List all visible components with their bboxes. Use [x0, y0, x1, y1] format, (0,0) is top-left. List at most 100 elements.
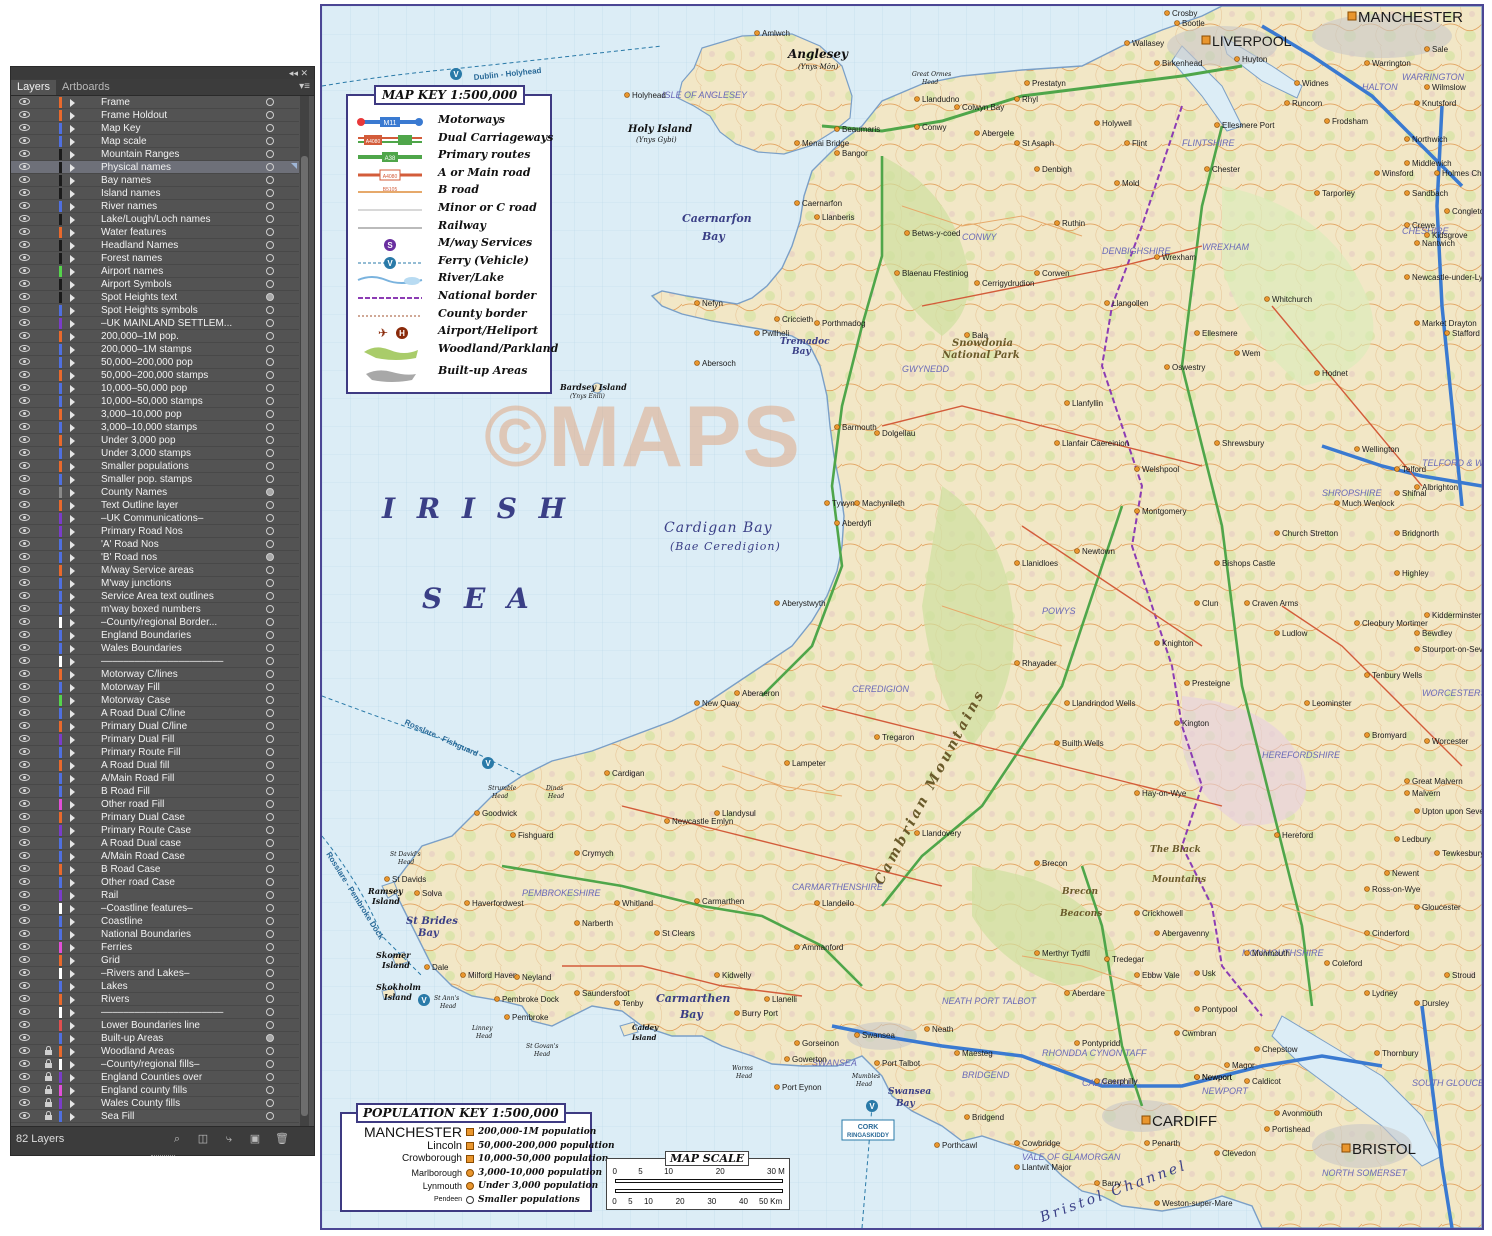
layer-row[interactable]: Spot Heights symbols	[11, 304, 299, 317]
layer-name[interactable]: Lakes	[101, 980, 251, 993]
layer-target-icon[interactable]	[266, 826, 274, 834]
layer-row[interactable]: Smaller populations	[11, 460, 299, 473]
visibility-eye-icon[interactable]	[19, 228, 30, 235]
layer-row[interactable]: Lakes	[11, 980, 299, 993]
layer-target-icon[interactable]	[266, 488, 274, 496]
layer-name[interactable]: Under 3,000 pop	[101, 434, 251, 447]
expand-arrow-icon[interactable]	[70, 489, 75, 497]
layer-name[interactable]: Sea Fill	[101, 1110, 251, 1123]
layer-name[interactable]: Lake/Lough/Loch names	[101, 213, 251, 226]
visibility-eye-icon[interactable]	[19, 1086, 30, 1093]
layer-name[interactable]: Grid	[101, 954, 251, 967]
visibility-eye-icon[interactable]	[19, 839, 30, 846]
layer-row[interactable]: 'B' Road nos	[11, 551, 299, 564]
layer-row[interactable]: River names	[11, 200, 299, 213]
layer-target-icon[interactable]	[266, 306, 274, 314]
layer-row[interactable]: A/Main Road Case	[11, 850, 299, 863]
expand-arrow-icon[interactable]	[70, 931, 75, 939]
layer-target-icon[interactable]	[266, 98, 274, 106]
layer-row[interactable]: –Rivers and Lakes–	[11, 967, 299, 980]
layer-target-icon[interactable]	[266, 956, 274, 964]
layer-name[interactable]: Bay names	[101, 174, 251, 187]
expand-arrow-icon[interactable]	[70, 333, 75, 341]
expand-arrow-icon[interactable]	[70, 918, 75, 926]
expand-arrow-icon[interactable]	[70, 320, 75, 328]
layer-target-icon[interactable]	[266, 124, 274, 132]
expand-arrow-icon[interactable]	[70, 892, 75, 900]
visibility-eye-icon[interactable]	[19, 501, 30, 508]
layer-name[interactable]: Primary Route Fill	[101, 746, 251, 759]
lock-icon[interactable]	[45, 1098, 52, 1108]
layer-name[interactable]: Service Area text outlines	[101, 590, 251, 603]
visibility-eye-icon[interactable]	[19, 644, 30, 651]
layer-name[interactable]: England county fills	[101, 1084, 251, 1097]
layer-target-icon[interactable]	[266, 111, 274, 119]
expand-arrow-icon[interactable]	[70, 983, 75, 991]
expand-arrow-icon[interactable]	[70, 554, 75, 562]
layer-row[interactable]: Ferries	[11, 941, 299, 954]
layer-target-icon[interactable]	[266, 813, 274, 821]
layer-target-icon[interactable]	[266, 332, 274, 340]
visibility-eye-icon[interactable]	[19, 176, 30, 183]
expand-arrow-icon[interactable]	[70, 372, 75, 380]
layer-name[interactable]: M/way Service areas	[101, 564, 251, 577]
layer-row[interactable]: Motorway C/lines	[11, 668, 299, 681]
layer-row[interactable]: –Coastline features–	[11, 902, 299, 915]
layer-row[interactable]: M/way Service areas	[11, 564, 299, 577]
layer-row[interactable]: Woodland Areas	[11, 1045, 299, 1058]
layer-name[interactable]: Island names	[101, 187, 251, 200]
layer-name[interactable]: 'B' Road nos	[101, 551, 251, 564]
layer-row[interactable]: A/Main Road Fill	[11, 772, 299, 785]
expand-arrow-icon[interactable]	[70, 346, 75, 354]
expand-arrow-icon[interactable]	[70, 177, 75, 185]
layer-row[interactable]: Frame Holdout	[11, 109, 299, 122]
visibility-eye-icon[interactable]	[19, 904, 30, 911]
layer-target-icon[interactable]	[266, 319, 274, 327]
expand-arrow-icon[interactable]	[70, 164, 75, 172]
layer-row[interactable]: Primary Route Fill	[11, 746, 299, 759]
visibility-eye-icon[interactable]	[19, 163, 30, 170]
layer-target-icon[interactable]	[266, 137, 274, 145]
layer-name[interactable]: 10,000–50,000 pop	[101, 382, 251, 395]
layer-name[interactable]: Physical names	[101, 161, 251, 174]
layer-row[interactable]: England county fills	[11, 1084, 299, 1097]
lock-icon[interactable]	[45, 1059, 52, 1069]
layer-row[interactable]: Map scale	[11, 135, 299, 148]
layer-row[interactable]: England Counties over	[11, 1071, 299, 1084]
layer-target-icon[interactable]	[266, 891, 274, 899]
layer-row[interactable]: Primary Dual C/line	[11, 720, 299, 733]
expand-arrow-icon[interactable]	[70, 112, 75, 120]
layer-target-icon[interactable]	[266, 1112, 274, 1120]
expand-arrow-icon[interactable]	[70, 1009, 75, 1017]
layer-target-icon[interactable]	[266, 618, 274, 626]
layer-target-icon[interactable]	[266, 787, 274, 795]
layer-name[interactable]: Primary Dual C/line	[101, 720, 251, 733]
expand-arrow-icon[interactable]	[70, 684, 75, 692]
visibility-eye-icon[interactable]	[19, 748, 30, 755]
visibility-eye-icon[interactable]	[19, 1060, 30, 1067]
layer-target-icon[interactable]	[266, 202, 274, 210]
layer-target-icon[interactable]	[266, 1034, 274, 1042]
visibility-eye-icon[interactable]	[19, 657, 30, 664]
layer-row[interactable]: m'way boxed numbers	[11, 603, 299, 616]
layer-target-icon[interactable]	[266, 1008, 274, 1016]
resize-grip[interactable]	[151, 1155, 175, 1159]
layer-target-icon[interactable]	[266, 163, 274, 171]
layer-target-icon[interactable]	[266, 852, 274, 860]
visibility-eye-icon[interactable]	[19, 618, 30, 625]
expand-arrow-icon[interactable]	[70, 190, 75, 198]
layer-target-icon[interactable]	[266, 384, 274, 392]
layer-name[interactable]: –UK MAINLAND SETTLEM...	[101, 317, 251, 330]
visibility-eye-icon[interactable]	[19, 891, 30, 898]
visibility-eye-icon[interactable]	[19, 553, 30, 560]
expand-arrow-icon[interactable]	[70, 736, 75, 744]
expand-arrow-icon[interactable]	[70, 905, 75, 913]
layer-target-icon[interactable]	[266, 579, 274, 587]
layer-row[interactable]: Other road Case	[11, 876, 299, 889]
layer-row[interactable]: Headland Names	[11, 239, 299, 252]
layer-row[interactable]: Mountain Ranges	[11, 148, 299, 161]
visibility-eye-icon[interactable]	[19, 865, 30, 872]
visibility-eye-icon[interactable]	[19, 670, 30, 677]
layer-target-icon[interactable]	[266, 735, 274, 743]
layer-row[interactable]: Wales County fills	[11, 1097, 299, 1110]
